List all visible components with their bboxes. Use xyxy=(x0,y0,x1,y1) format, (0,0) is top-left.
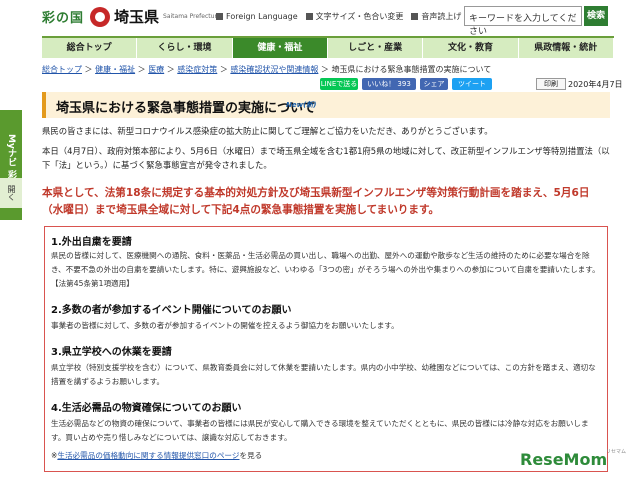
globe-icon xyxy=(216,13,223,20)
search-button[interactable]: 検索 xyxy=(584,6,608,26)
text-size-color-link[interactable]: 文字サイズ・色合い変更 xyxy=(305,11,403,22)
section-text-3: 県立学校（特別支援学校を含む）について、県教育委員会に対して休業を要請いたします… xyxy=(51,363,596,386)
print-button[interactable]: 印刷 xyxy=(536,78,566,90)
site-logo[interactable]: 彩の国 埼玉県 Saitama Prefecture xyxy=(42,6,220,27)
global-nav: 総合トップ くらし・環境 健康・福祉 しごと・産業 文化・教育 県政情報・統計 xyxy=(42,36,614,58)
speaker-icon xyxy=(411,13,419,20)
foreign-language-link[interactable]: Foreign Language xyxy=(216,11,298,22)
new-badge: New(新) xyxy=(286,101,317,109)
text-size-icon xyxy=(305,13,313,20)
nav-work-industry[interactable]: しごと・産業 xyxy=(327,38,424,58)
watermark-small-text: リセマム xyxy=(606,449,627,455)
publish-date: 2020年4月7日 xyxy=(568,80,623,89)
my-navi-open-button[interactable]: 開く xyxy=(0,178,22,208)
section-text-2: 事業者の皆様に対して、多数の者が参加するイベントの開催を控えるよう御協力をお願い… xyxy=(51,321,399,330)
logo-text-main: 彩の国 xyxy=(42,11,85,26)
nav-government-statistics[interactable]: 県政情報・統計 xyxy=(518,38,614,58)
measures-box: 1.外出自粛を要請 県民の皆様に対して、医療機関への通院、食料・医薬品・生活必需… xyxy=(44,226,608,472)
breadcrumb-status[interactable]: 感染確認状況や関連情報 xyxy=(230,65,318,74)
section-heading-4: 4.生活必需品の物資確保についてのお願い xyxy=(51,403,242,414)
nav-life-environment[interactable]: くらし・環境 xyxy=(137,38,233,58)
section-heading-2: 2.多数の者が参加するイベント開催についてのお願い xyxy=(51,305,292,316)
read-aloud-link[interactable]: 音声読上げ xyxy=(411,11,461,22)
line-share-button[interactable]: LINEで送る xyxy=(320,78,358,90)
facebook-share-button[interactable]: シェア xyxy=(420,78,448,90)
site-header: 彩の国 埼玉県 Saitama Prefecture Foreign Langu… xyxy=(0,0,640,37)
nav-health-welfare[interactable]: 健康・福祉 xyxy=(232,38,328,58)
section-heading-3: 3.県立学校への休業を要請 xyxy=(51,347,172,358)
watermark-logo: ReseMom xyxy=(520,450,608,469)
logo-text-en: Saitama Prefecture xyxy=(163,13,221,20)
facebook-like-button[interactable]: いいね！ 393 xyxy=(362,78,416,90)
section-heading-1: 1.外出自粛を要請 xyxy=(51,237,132,248)
tweet-button[interactable]: ツイート xyxy=(452,78,492,90)
breadcrumb-top[interactable]: 総合トップ xyxy=(42,65,82,74)
lead-statement: 本県として、法第18条に規定する基本的対処方針及び埼玉県新型インフルエンザ等対策… xyxy=(42,187,590,216)
section-text-1: 県民の皆様に対して、医療機関への通院、食料・医薬品・生活必需品の買い出し、職場へ… xyxy=(51,251,600,288)
breadcrumb: 総合トップ ＞ 健康・福祉 ＞ 医療 ＞ 感染症対策 ＞ 感染確認状況や関連情報… xyxy=(42,65,492,74)
nav-culture-education[interactable]: 文化・教育 xyxy=(423,38,519,58)
price-info-link[interactable]: 生活必需品の価格動向に関する情報提供窓口のページ xyxy=(57,451,239,460)
utility-links: Foreign Language 文字サイズ・色合い変更 音声読上げ xyxy=(216,11,461,22)
breadcrumb-infection[interactable]: 感染症対策 xyxy=(177,65,217,74)
prefecture-seal-icon xyxy=(90,6,111,27)
page-title-bar: 埼玉県における緊急事態措置の実施について New(新) xyxy=(42,92,610,118)
nav-top[interactable]: 総合トップ xyxy=(42,38,138,58)
search-input[interactable]: キーワードを入力してください xyxy=(464,6,582,37)
breadcrumb-health[interactable]: 健康・福祉 xyxy=(95,65,135,74)
page-title: 埼玉県における緊急事態措置の実施について xyxy=(56,101,316,116)
breadcrumb-current: 埼玉県における緊急事態措置の実施について xyxy=(331,65,492,74)
breadcrumb-medical[interactable]: 医療 xyxy=(148,65,164,74)
intro-paragraph-2: 本日（4月7日）、政府対策本部により、5月6日（水曜日）まで埼玉県全域を含む1都… xyxy=(42,146,610,170)
footer-link-row: ※生活必需品の価格動向に関する情報提供窓口のページを見る xyxy=(51,451,263,460)
intro-paragraph-1: 県民の皆さまには、新型コロナウイルス感染症の拡大防止に関してご理解とご協力をいた… xyxy=(42,126,493,136)
section-text-4: 生活必需品などの物資の確保について、事業者の皆様には県民が安心して購入できる環境… xyxy=(51,419,589,442)
logo-text-pref: 埼玉県 xyxy=(114,8,160,26)
